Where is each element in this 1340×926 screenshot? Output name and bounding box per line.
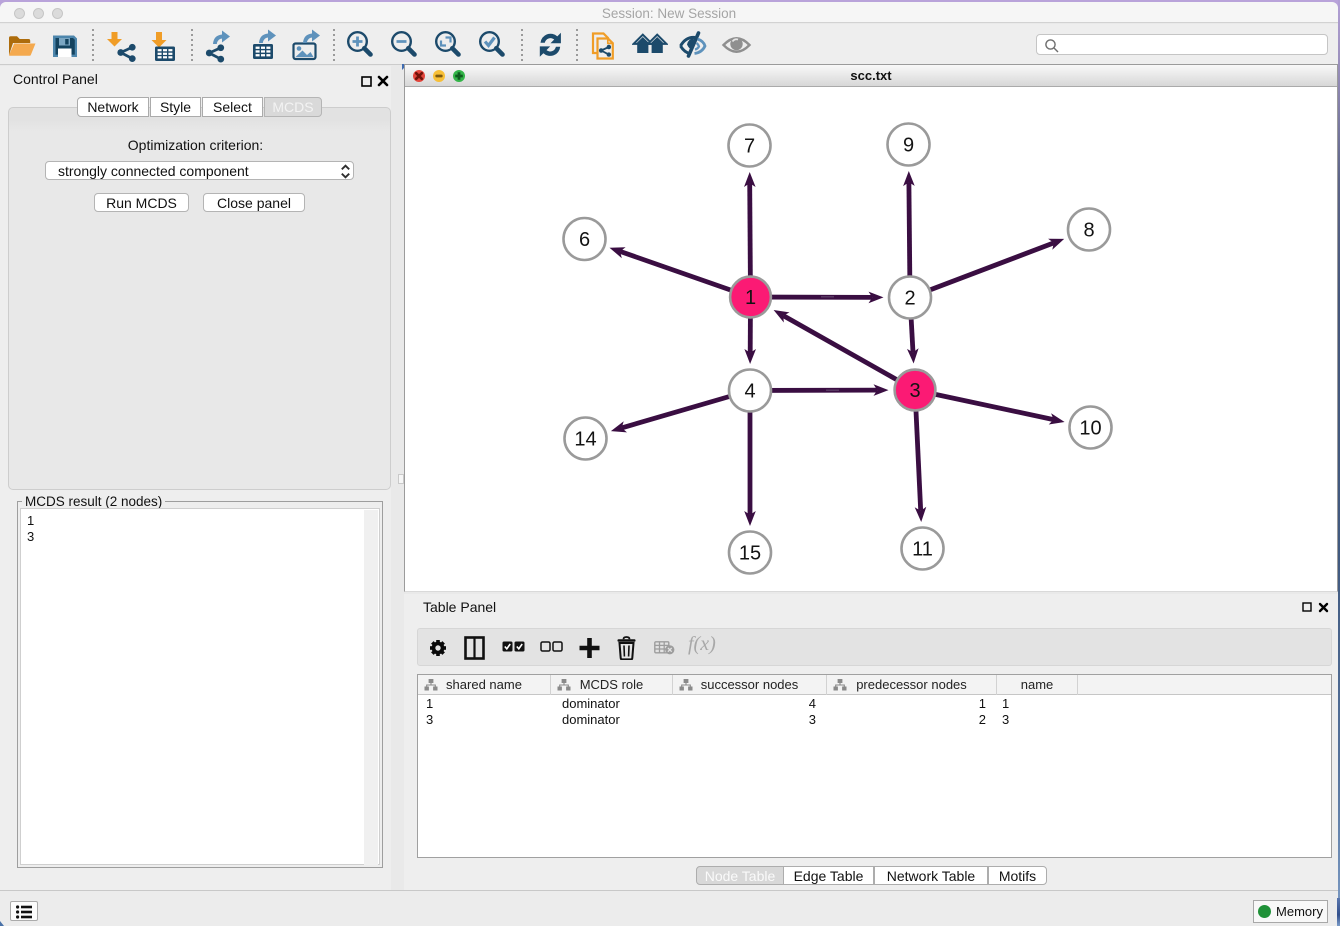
svg-text:7: 7 bbox=[744, 136, 755, 158]
svg-text:9: 9 bbox=[903, 135, 914, 157]
svg-text:4: 4 bbox=[744, 381, 755, 403]
svg-text:2: 2 bbox=[904, 288, 915, 310]
svg-text:3: 3 bbox=[909, 380, 920, 402]
svg-text:14: 14 bbox=[574, 429, 596, 451]
svg-text:8: 8 bbox=[1083, 220, 1094, 242]
svg-text:15: 15 bbox=[739, 543, 761, 565]
svg-text:6: 6 bbox=[579, 229, 590, 251]
svg-text:10: 10 bbox=[1079, 418, 1101, 440]
svg-text:11: 11 bbox=[912, 539, 933, 561]
svg-text:1: 1 bbox=[745, 287, 756, 309]
